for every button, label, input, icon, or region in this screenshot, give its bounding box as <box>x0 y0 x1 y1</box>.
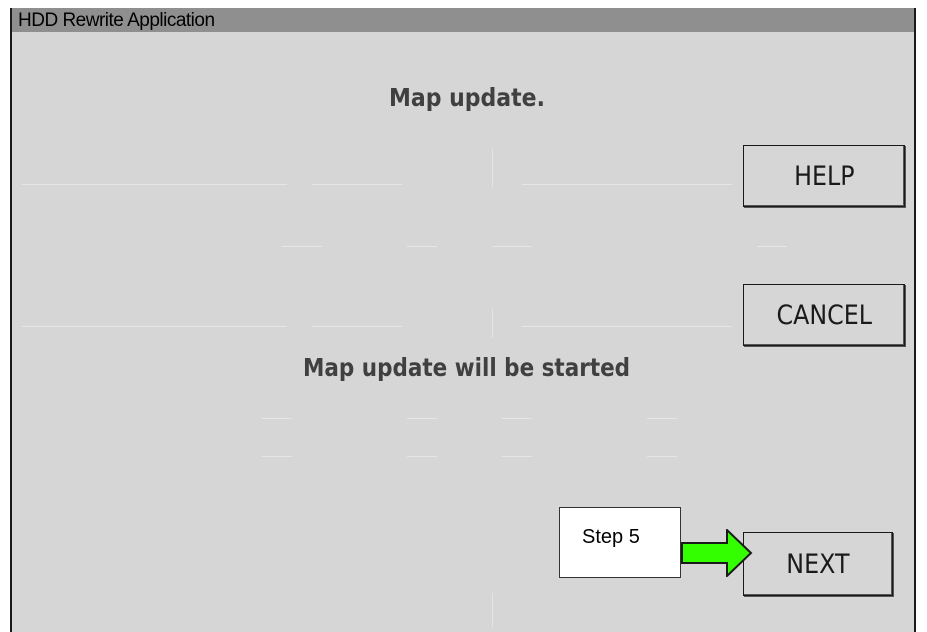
right-arrow-icon <box>681 529 753 577</box>
background-line <box>647 456 677 457</box>
background-line <box>492 148 493 188</box>
background-line <box>262 418 292 419</box>
background-line <box>262 456 292 457</box>
window-titlebar: HDD Rewrite Application <box>12 8 914 32</box>
background-line <box>502 456 532 457</box>
next-button-label: NEXT <box>786 548 850 580</box>
background-line <box>522 326 732 327</box>
help-button-label: HELP <box>793 160 855 192</box>
step-label: Step 5 <box>582 526 640 548</box>
cancel-button-label: CANCEL <box>776 299 872 331</box>
background-line <box>407 418 437 419</box>
status-message: Map update will be started <box>303 353 631 382</box>
cancel-button[interactable]: CANCEL <box>743 284 905 346</box>
background-line <box>492 593 493 628</box>
background-line <box>312 326 402 327</box>
background-line <box>407 456 437 457</box>
right-arrow-shape <box>681 529 753 577</box>
background-line <box>282 246 322 247</box>
background-line <box>22 326 287 327</box>
page-heading: Map update. <box>389 83 545 112</box>
background-line <box>492 308 493 338</box>
background-line <box>522 184 732 185</box>
background-line <box>492 246 532 247</box>
step-callout: Step 5 <box>559 507 681 578</box>
next-button[interactable]: NEXT <box>743 532 893 596</box>
background-line <box>647 418 677 419</box>
application-window: HDD Rewrite Application Map update. Map … <box>10 8 916 632</box>
background-line <box>22 184 287 185</box>
background-line <box>502 418 532 419</box>
background-line <box>757 246 787 247</box>
background-line <box>407 246 437 247</box>
background-line <box>312 184 402 185</box>
help-button[interactable]: HELP <box>743 145 905 207</box>
